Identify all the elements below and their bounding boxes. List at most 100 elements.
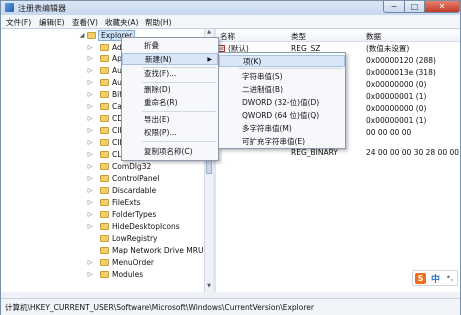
folder-icon (100, 115, 109, 122)
menu-favorites[interactable]: 收藏夹(A) (105, 17, 138, 28)
folder-icon (100, 55, 109, 62)
folder-icon (100, 187, 109, 194)
value-data: 0x00000000 (0) (366, 80, 427, 89)
column-name[interactable]: 名称 (220, 31, 235, 42)
submenu-item-string-value[interactable]: 字符串值(S) (219, 71, 345, 83)
value-data: 00 00 00 00 (366, 128, 412, 137)
collapse-arrow-icon[interactable]: ▷ (87, 125, 93, 136)
collapse-arrow-icon[interactable]: ▷ (87, 161, 93, 172)
menu-item-permissions[interactable]: 权限(P)... (122, 127, 218, 139)
value-data: 0x00000001 (1) (366, 116, 427, 125)
menu-separator (239, 68, 343, 69)
ime-language-toggle[interactable]: 中 (431, 272, 440, 285)
menu-item-label: 折叠 (144, 41, 159, 50)
tree-item-label: LowRegistry (112, 234, 158, 243)
menu-item-export[interactable]: 导出(E) (122, 114, 218, 126)
collapse-arrow-icon[interactable]: ▷ (87, 77, 93, 88)
menu-file[interactable]: 文件(F) (6, 17, 31, 28)
menu-item-label: 新建(N) (145, 55, 172, 64)
folder-icon (100, 211, 109, 218)
submenu-item-qword-value[interactable]: QWORD (64 位)值(Q) (219, 110, 345, 122)
collapse-arrow-icon[interactable]: ▷ (87, 209, 93, 220)
submenu-item-expandable-string-value[interactable]: 可扩充字符串值(E) (219, 136, 345, 148)
collapse-arrow-icon[interactable]: ▷ (87, 65, 93, 76)
collapse-arrow-icon[interactable]: ▷ (87, 269, 93, 280)
folder-icon (100, 199, 109, 206)
menu-item-new[interactable]: 新建(N) ▶ (122, 53, 218, 65)
submenu-item-dword-value[interactable]: DWORD (32-位)值(D) (219, 97, 345, 109)
tree-item[interactable]: LowRegistry (1, 233, 204, 244)
value-data: 0x0000013e (318) (366, 68, 436, 77)
close-button[interactable]: ✕ (424, 1, 460, 13)
menu-item-label: 多字符串值(M) (242, 124, 292, 133)
collapse-arrow-icon[interactable]: ▷ (87, 137, 93, 148)
tree-item[interactable]: Map Network Drive MRU (1, 245, 204, 256)
tree-item-label: FileExts (112, 198, 141, 207)
collapse-arrow-icon[interactable]: ▷ (87, 53, 93, 64)
column-type[interactable]: 类型 (291, 31, 306, 42)
tree-item-label: ComDlg32 (112, 162, 152, 171)
menu-edit[interactable]: 编辑(E) (39, 17, 65, 28)
collapse-arrow-icon[interactable]: ▷ (87, 89, 93, 100)
window-title: 注册表编辑器 (18, 4, 66, 13)
scroll-down-icon[interactable]: ▼ (205, 283, 213, 292)
tree-item[interactable]: ▷ MenuOrder (1, 257, 204, 268)
folder-icon (100, 127, 109, 134)
tree-item[interactable]: ▷ HideDesktopIcons (1, 221, 204, 232)
tree-item-label: MenuOrder (112, 258, 154, 267)
value-data: 0x00000000 (0) (366, 104, 427, 113)
tree-item[interactable]: ▷ ControlPanel (1, 173, 204, 184)
menu-separator (142, 141, 216, 142)
menu-separator (142, 111, 216, 112)
submenu-item-binary-value[interactable]: 二进制值(B) (219, 84, 345, 96)
tree-item[interactable]: ▷ FolderTypes (1, 209, 204, 220)
menu-item-copy-key-name[interactable]: 复制项名称(C) (122, 146, 218, 158)
menu-item-rename[interactable]: 重命名(R) (122, 97, 218, 109)
collapse-arrow-icon[interactable]: ▷ (87, 185, 93, 196)
ime-toolbar[interactable]: S 中 •, (412, 270, 458, 286)
registry-editor-window: 注册表编辑器 − □ ✕ 文件(F) 编辑(E) 查看(V) 收藏夹(A) 帮助… (0, 0, 461, 315)
maximize-button[interactable]: □ (404, 1, 425, 13)
menu-item-label: 项(K) (243, 57, 262, 66)
value-data: 0x00000001 (1) (366, 92, 427, 101)
folder-icon (100, 91, 109, 98)
menu-item-label: 复制项名称(C) (144, 147, 193, 156)
tree-item[interactable]: ▷ Discardable (1, 185, 204, 196)
tree-item-label: FolderTypes (112, 210, 157, 219)
tree-item-label: Discardable (112, 186, 157, 195)
folder-icon (100, 259, 109, 266)
folder-icon (100, 223, 109, 230)
tree-item[interactable]: ▷ Modules (1, 269, 204, 280)
menu-help[interactable]: 帮助(H) (145, 17, 172, 28)
folder-icon (100, 44, 109, 51)
menu-bar: 文件(F) 编辑(E) 查看(V) 收藏夹(A) 帮助(H) (1, 15, 460, 29)
value-data: (数值未设置) (366, 44, 410, 53)
collapse-arrow-icon[interactable]: ▷ (87, 257, 93, 268)
menu-item-label: 查找(F)... (144, 69, 177, 78)
folder-icon (100, 151, 109, 158)
folder-icon (100, 139, 109, 146)
submenu-item-multi-string-value[interactable]: 多字符串值(M) (219, 123, 345, 135)
minimize-button[interactable]: − (383, 1, 405, 13)
collapse-arrow-icon[interactable]: ▷ (87, 101, 93, 112)
menu-item-label: 权限(P)... (144, 128, 177, 137)
expand-arrow-icon[interactable]: ◢ (79, 30, 85, 41)
collapse-arrow-icon[interactable]: ▷ (87, 221, 93, 232)
column-data[interactable]: 数据 (366, 31, 381, 42)
menu-item-find[interactable]: 查找(F)... (122, 68, 218, 80)
collapse-arrow-icon[interactable]: ▷ (87, 42, 93, 53)
collapse-arrow-icon[interactable]: ▷ (87, 197, 93, 208)
menu-item-delete[interactable]: 删除(D) (122, 84, 218, 96)
menu-item-collapse[interactable]: 折叠 (122, 40, 218, 52)
new-submenu: 项(K) 字符串值(S) 二进制值(B) DWORD (32-位)值(D) QW… (218, 52, 346, 149)
submenu-item-key[interactable]: 项(K) (219, 55, 345, 67)
ime-punctuation-toggle[interactable]: •, (446, 273, 453, 282)
folder-icon (100, 247, 109, 254)
tree-item[interactable]: ▷ FileExts (1, 197, 204, 208)
folder-icon (100, 67, 109, 74)
collapse-arrow-icon[interactable]: ▷ (87, 113, 93, 124)
collapse-arrow-icon[interactable]: ▷ (87, 173, 93, 184)
menu-view[interactable]: 查看(V) (72, 17, 98, 28)
collapse-arrow-icon[interactable]: ▷ (87, 149, 93, 160)
tree-item[interactable]: ▷ ComDlg32 (1, 161, 204, 172)
